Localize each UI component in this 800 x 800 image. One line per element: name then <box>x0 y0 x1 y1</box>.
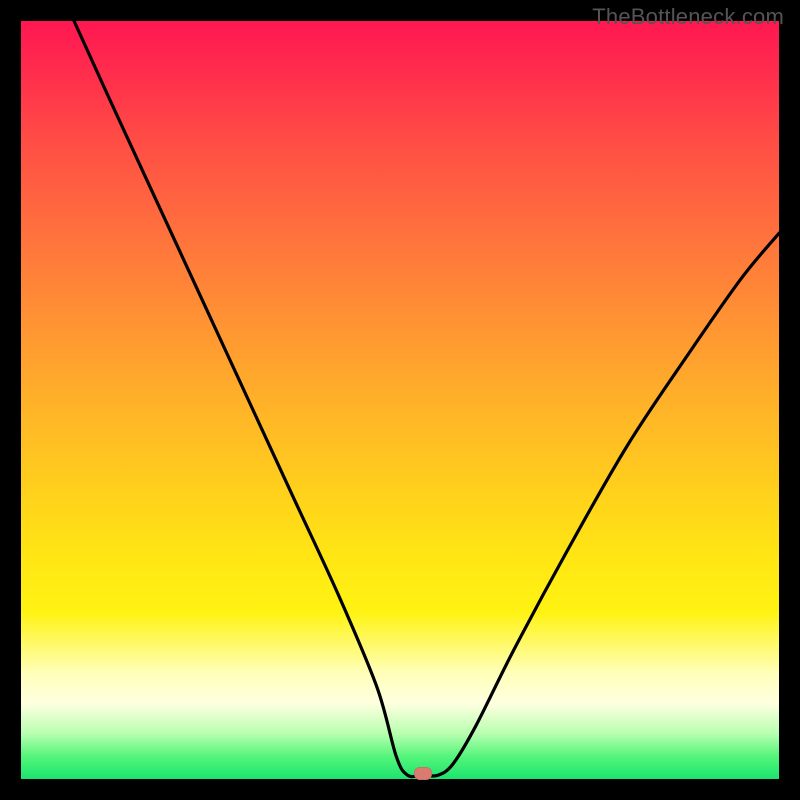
chart-frame: TheBottleneck.com <box>0 0 800 800</box>
bottleneck-curve <box>21 21 779 779</box>
watermark-text: TheBottleneck.com <box>592 4 784 30</box>
minimum-marker <box>414 767 432 780</box>
plot-area <box>21 21 779 779</box>
